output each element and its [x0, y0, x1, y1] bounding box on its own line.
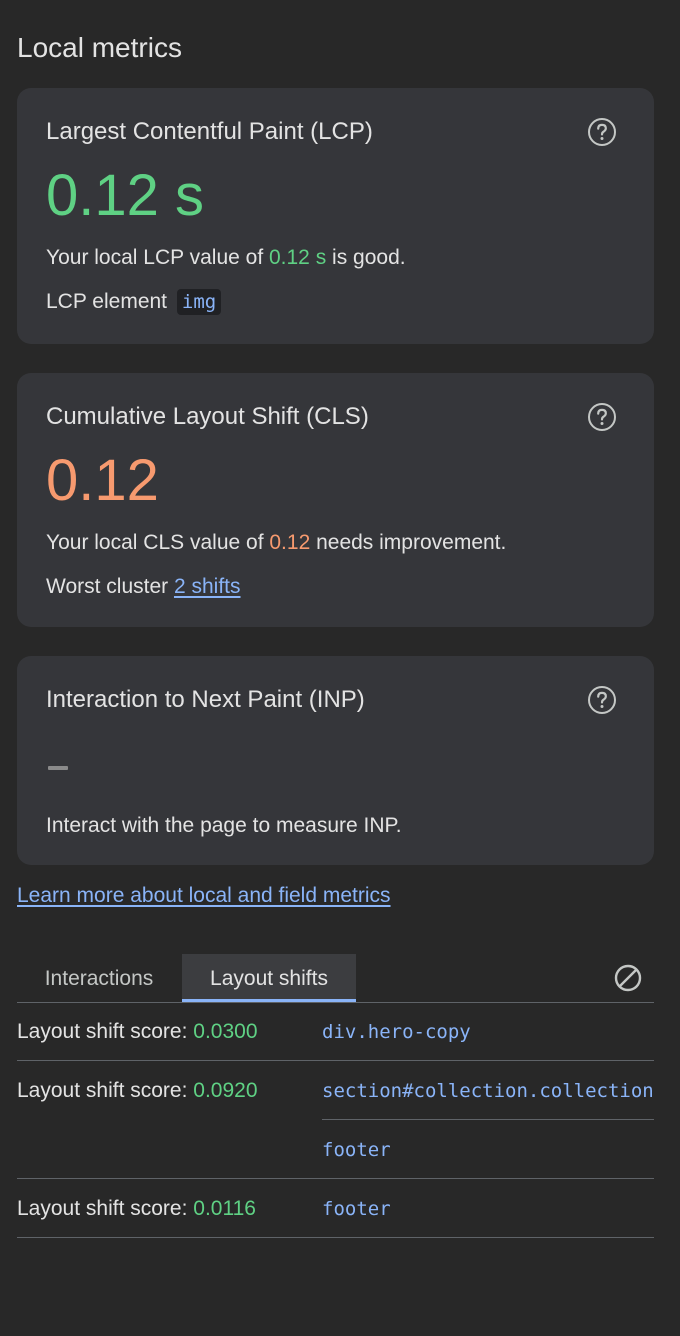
cls-cluster-link[interactable]: 2 shifts — [174, 575, 241, 598]
cls-title: Cumulative Layout Shift (CLS) — [46, 403, 369, 430]
cls-cluster-label: Worst cluster — [46, 575, 169, 598]
shift-score: 0.0116 — [193, 1197, 256, 1220]
lcp-value: 0.12 s — [46, 163, 204, 228]
shift-label-text: Layout shift score: — [17, 1079, 194, 1102]
cls-description: Your local CLS value of 0.12 needs impro… — [46, 529, 506, 557]
lcp-element-node[interactable]: img — [176, 289, 222, 315]
shift-row-2-label: Layout shift score: 0.0920 — [17, 1077, 258, 1105]
row-divider — [17, 1237, 654, 1238]
cls-desc-suffix: needs improvement. — [310, 531, 507, 554]
node-divider — [322, 1119, 654, 1120]
cls-desc-prefix: Your local CLS value of — [46, 531, 270, 554]
tab-bar: Interactions Layout shifts — [17, 954, 654, 1003]
clear-icon[interactable] — [614, 964, 642, 992]
shift-node[interactable]: section#collection.collection — [322, 1077, 654, 1105]
lcp-element-row: LCP element img — [46, 288, 222, 316]
lcp-desc-value: 0.12 s — [268, 246, 327, 269]
inp-title: Interaction to Next Paint (INP) — [46, 686, 365, 713]
help-icon[interactable] — [587, 402, 617, 432]
lcp-description: Your local LCP value of 0.12 s is good. — [46, 244, 406, 272]
shift-node[interactable]: footer — [322, 1195, 654, 1223]
lcp-desc-prefix: Your local LCP value of — [46, 246, 269, 269]
section-title: Local metrics — [17, 32, 182, 63]
inp-card: Interaction to Next Paint (INP) – Intera… — [17, 656, 654, 865]
shift-label-text: Layout shift score: — [17, 1197, 194, 1220]
row-divider — [17, 1178, 654, 1179]
row-divider — [17, 1060, 654, 1061]
shift-row-3-label: Layout shift score: 0.0116 — [17, 1195, 256, 1223]
lcp-title: Largest Contentful Paint (LCP) — [46, 118, 373, 145]
local-metrics-panel: Local metrics Largest Contentful Paint (… — [0, 0, 680, 1336]
help-icon[interactable] — [587, 685, 617, 715]
inp-value-placeholder: – — [46, 732, 78, 796]
lcp-element-label: LCP element — [46, 290, 168, 313]
learn-more-link[interactable]: Learn more about local and field metrics — [17, 882, 391, 910]
shift-score: 0.0920 — [193, 1079, 258, 1102]
tab-interactions[interactable]: Interactions — [17, 954, 181, 1002]
shift-score: 0.0300 — [193, 1020, 258, 1043]
cls-value: 0.12 — [46, 448, 159, 513]
inp-empty-dash — [48, 766, 68, 770]
lcp-desc-suffix: is good. — [326, 246, 406, 269]
tab-layout-shifts[interactable]: Layout shifts — [182, 954, 356, 1002]
shift-node[interactable]: div.hero-copy — [322, 1018, 654, 1046]
shift-label-text: Layout shift score: — [17, 1020, 194, 1043]
inp-description: Interact with the page to measure INP. — [46, 814, 402, 837]
lcp-card: Largest Contentful Paint (LCP) 0.12 s Yo… — [17, 88, 654, 344]
cls-cluster-row: Worst cluster 2 shifts — [46, 573, 241, 601]
cls-desc-value: 0.12 — [269, 531, 311, 554]
shift-node[interactable]: footer — [322, 1136, 654, 1164]
cls-card: Cumulative Layout Shift (CLS) 0.12 Your … — [17, 373, 654, 627]
help-icon[interactable] — [587, 117, 617, 147]
shift-row-1-label: Layout shift score: 0.0300 — [17, 1018, 258, 1046]
